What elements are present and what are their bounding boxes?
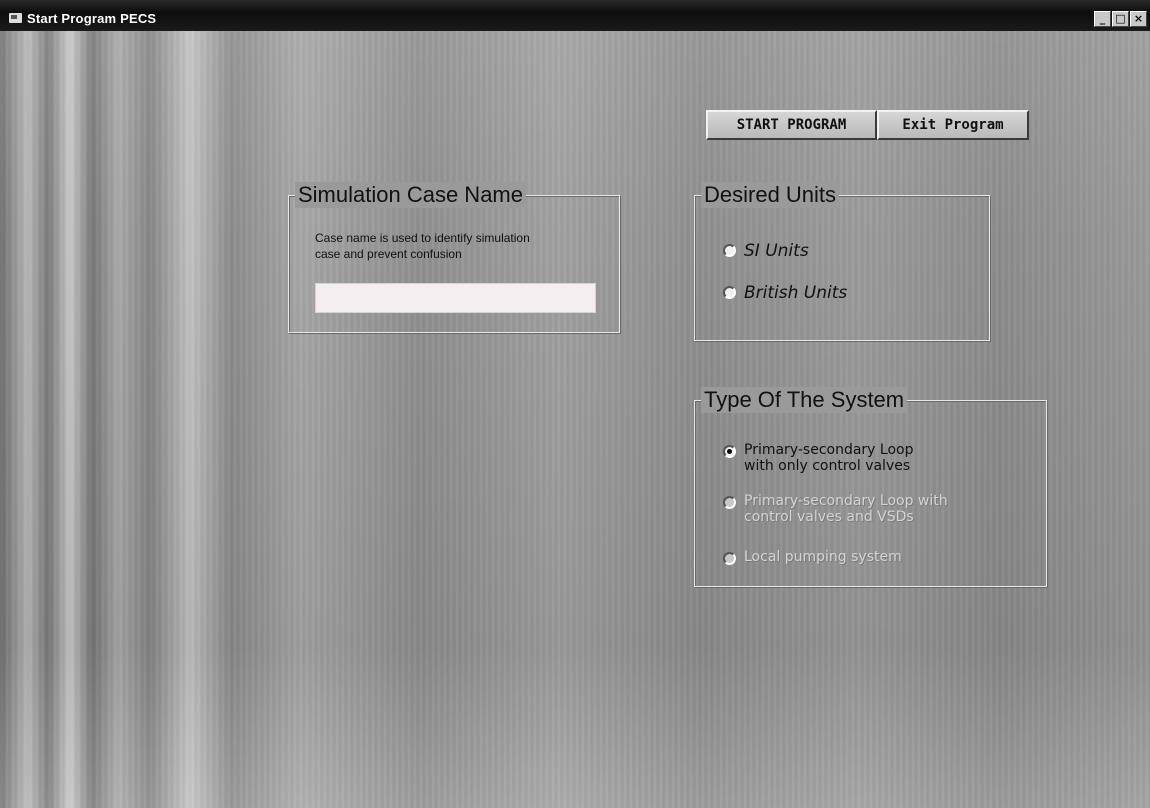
system-option-local-pumping[interactable]: Local pumping system <box>723 549 902 565</box>
exit-program-button[interactable]: Exit Program <box>877 110 1029 140</box>
case-name-group-title: Simulation Case Name <box>295 182 526 208</box>
title-bar[interactable]: Start Program PECS _ □ × <box>0 0 1150 31</box>
system-option-2-label: Primary-secondary Loop with control valv… <box>744 493 948 525</box>
british-units-label: British Units <box>744 283 848 303</box>
case-name-hint: Case name is used to identify simulation… <box>315 230 530 262</box>
app-icon[interactable] <box>9 13 22 23</box>
system-option-2-line1: Primary-secondary Loop with <box>744 493 948 509</box>
maximize-icon[interactable]: □ <box>1112 11 1129 27</box>
minimize-icon[interactable]: _ <box>1094 11 1111 27</box>
units-group-title: Desired Units <box>701 182 840 208</box>
units-group: Desired Units <box>694 182 990 341</box>
si-units-radio[interactable]: SI Units <box>723 241 809 261</box>
si-units-label: SI Units <box>744 241 809 261</box>
system-option-2-line2: control valves and VSDs <box>744 509 914 525</box>
window-title: Start Program PECS <box>27 11 157 26</box>
system-option-1-radio-dot[interactable] <box>723 445 736 458</box>
system-option-primary-secondary-vsd[interactable]: Primary-secondary Loop with control valv… <box>723 493 948 525</box>
case-name-hint-line2: case and prevent confusion <box>315 247 462 261</box>
system-option-1-label: Primary-secondary Loop with only control… <box>744 442 913 474</box>
system-option-primary-secondary-control-valves[interactable]: Primary-secondary Loop with only control… <box>723 442 913 474</box>
system-option-2-radio-dot[interactable] <box>723 496 736 509</box>
british-units-radio-dot[interactable] <box>723 286 736 299</box>
start-program-button[interactable]: START PROGRAM <box>706 110 877 140</box>
system-option-1-line2: with only control valves <box>744 458 911 474</box>
case-name-input[interactable] <box>315 283 596 313</box>
system-type-group-title: Type Of The System <box>701 387 908 413</box>
system-option-3-radio-dot[interactable] <box>723 552 736 565</box>
si-units-radio-dot[interactable] <box>723 244 736 257</box>
system-option-3-label: Local pumping system <box>744 549 902 565</box>
case-name-hint-line1: Case name is used to identify simulation <box>315 231 530 245</box>
british-units-radio[interactable]: British Units <box>723 283 848 303</box>
close-icon[interactable]: × <box>1130 11 1147 27</box>
main-window: Start Program PECS _ □ × START PROGRAM E… <box>0 0 1150 808</box>
system-option-1-line1: Primary-secondary Loop <box>744 442 914 458</box>
